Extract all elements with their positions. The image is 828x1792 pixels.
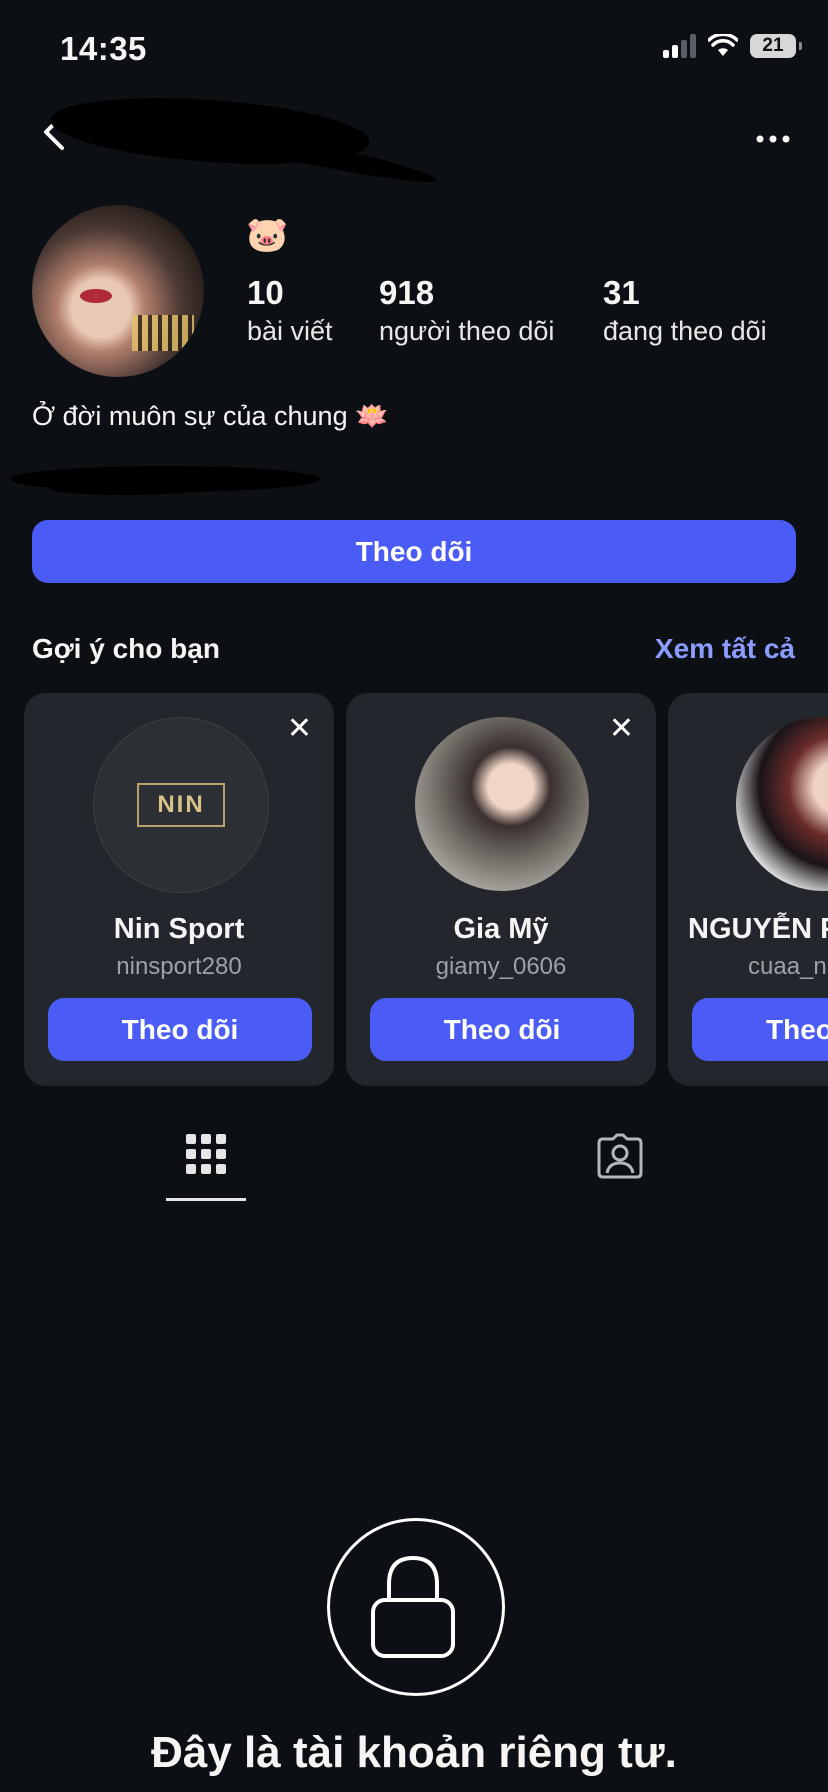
- profile-display-name: 🐷: [246, 216, 289, 254]
- grid-icon: [186, 1134, 226, 1174]
- suggestion-name[interactable]: NGUYỄN P: [688, 913, 828, 946]
- follow-button[interactable]: Theo dõi: [32, 520, 796, 583]
- wifi-icon: [708, 34, 738, 56]
- lock-badge: [327, 1518, 505, 1696]
- suggestion-card[interactable]: ✕ Gia Mỹ giamy_0606 Theo dõi: [346, 693, 656, 1086]
- more-icon[interactable]: [756, 120, 790, 143]
- suggestion-avatar[interactable]: [415, 717, 589, 891]
- suggestion-card[interactable]: ✕ NIN Nin Sport ninsport280 Theo dõi: [24, 693, 334, 1086]
- profile-avatar[interactable]: [32, 205, 204, 377]
- private-account-title: Đây là tài khoản riêng tư.: [151, 1728, 677, 1777]
- redacted-bio-line-stroke: [50, 483, 200, 495]
- suggestion-follow-button[interactable]: Theo dõi: [370, 998, 634, 1061]
- suggestion-name[interactable]: Gia Mỹ: [346, 913, 656, 946]
- suggestion-card[interactable]: NGUYỄN P cuaa_n Theo: [668, 693, 828, 1086]
- stat-posts-label: bài viết: [247, 316, 333, 346]
- nin-logo-icon: NIN: [137, 783, 225, 827]
- stat-following-label: đang theo dõi: [603, 316, 767, 346]
- tab-active-indicator: [166, 1198, 246, 1201]
- see-all-link[interactable]: Xem tất cả: [655, 633, 795, 665]
- tagged-icon[interactable]: [597, 1133, 643, 1179]
- status-icons: 21: [663, 34, 802, 58]
- lock-icon: [371, 1555, 455, 1658]
- stat-following-count: 31: [603, 274, 640, 311]
- suggestion-username: cuaa_n: [748, 953, 827, 980]
- stat-followers[interactable]: 918 người theo dõi: [379, 274, 554, 347]
- suggestion-username: giamy_0606: [435, 953, 567, 980]
- suggestion-avatar[interactable]: [736, 717, 828, 891]
- close-icon[interactable]: ✕: [609, 711, 634, 746]
- status-time: 14:35: [60, 30, 147, 67]
- suggestions-title: Gợi ý cho bạn: [32, 633, 220, 664]
- stat-posts[interactable]: 10 bài viết: [247, 274, 333, 347]
- tab-posts-grid[interactable]: [186, 1134, 226, 1174]
- suggestion-name[interactable]: Nin Sport: [24, 913, 334, 946]
- battery-icon: 21: [750, 34, 802, 58]
- stat-followers-count: 918: [379, 274, 435, 311]
- stat-following[interactable]: 31 đang theo dõi: [603, 274, 767, 347]
- suggestion-avatar[interactable]: NIN: [93, 717, 269, 893]
- suggestion-username: ninsport280: [116, 953, 242, 980]
- signal-icon: [663, 34, 696, 58]
- close-icon[interactable]: ✕: [287, 711, 312, 746]
- suggestion-follow-button[interactable]: Theo dõi: [48, 998, 312, 1061]
- stat-posts-count: 10: [247, 274, 284, 311]
- suggestion-follow-button[interactable]: Theo: [692, 998, 828, 1061]
- profile-bio: Ở đời muôn sự của chung 🪷: [32, 401, 389, 431]
- stat-followers-label: người theo dõi: [379, 316, 555, 346]
